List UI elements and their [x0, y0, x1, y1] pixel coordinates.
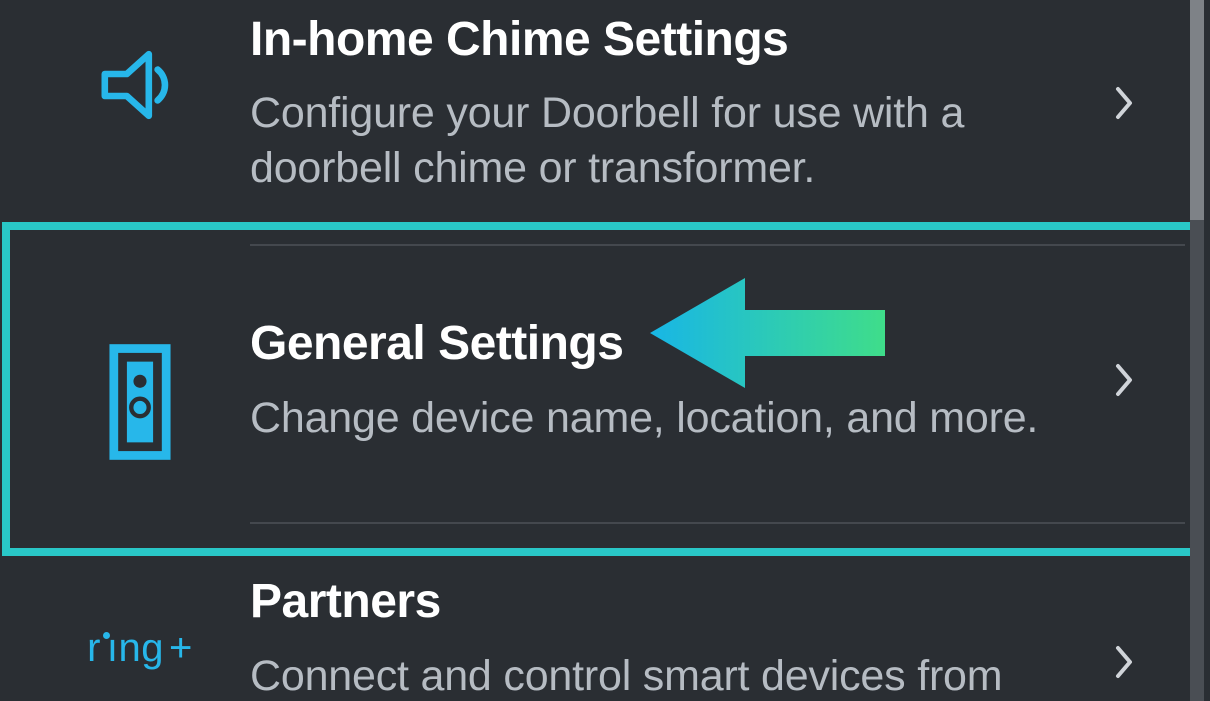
list-item-general[interactable]: General Settings Change device name, loc… — [0, 222, 1185, 522]
item-subtitle: Connect and control smart devices from — [250, 649, 1055, 701]
item-subtitle: Change device name, location, and more. — [250, 391, 1055, 446]
divider — [250, 522, 1185, 524]
divider — [250, 244, 1185, 246]
item-title: General Settings — [250, 318, 1055, 371]
chevron-right-icon — [1114, 363, 1136, 402]
list-item-partners[interactable]: rıng+ Partners Connect and control smart… — [0, 536, 1185, 701]
list-item-chime[interactable]: In-home Chime Settings Configure your Do… — [0, 0, 1185, 200]
doorbell-icon — [105, 342, 175, 467]
speaker-icon — [85, 30, 195, 145]
chevron-right-icon — [1114, 645, 1136, 684]
settings-list: In-home Chime Settings Configure your Do… — [0, 0, 1185, 701]
item-title: Partners — [250, 576, 1055, 629]
item-title: In-home Chime Settings — [250, 14, 1055, 67]
item-subtitle: Configure your Doorbell for use with a d… — [250, 86, 1055, 196]
scrollbar-thumb[interactable] — [1190, 0, 1204, 220]
chevron-right-icon — [1114, 86, 1136, 125]
ringplus-icon: rıng+ — [87, 626, 193, 671]
